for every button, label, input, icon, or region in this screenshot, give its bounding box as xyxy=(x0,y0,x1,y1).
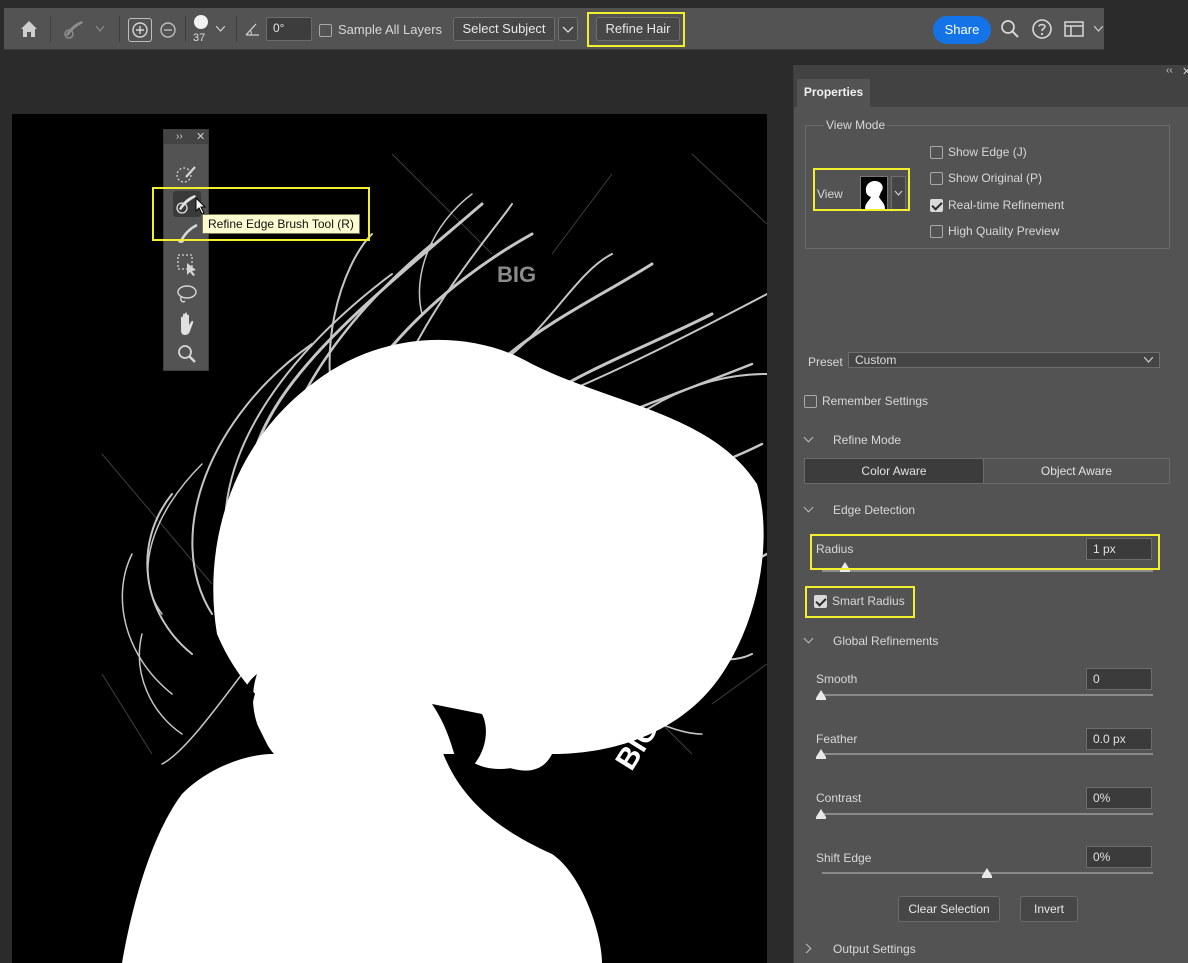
feather-slider-track[interactable] xyxy=(822,753,1153,755)
shift-edge-slider-thumb[interactable] xyxy=(982,868,992,878)
feather-slider-thumb[interactable] xyxy=(816,749,826,759)
preset-select[interactable]: Custom xyxy=(848,352,1160,368)
refine-edge-brush-preset-icon[interactable] xyxy=(62,17,88,41)
realtime-refinement-label[interactable]: Real-time Refinement xyxy=(948,198,1064,212)
share-button[interactable]: Share xyxy=(933,16,991,44)
view-thumbnail[interactable] xyxy=(860,176,888,210)
tool-panel-header[interactable]: ›› ✕ xyxy=(164,130,208,144)
object-selection-tool-icon[interactable] xyxy=(173,251,201,277)
color-aware-button[interactable]: Color Aware xyxy=(804,458,984,484)
zoom-tool-icon[interactable] xyxy=(173,341,201,367)
smart-radius-label[interactable]: Smart Radius xyxy=(832,594,905,608)
options-bar: 37 0° Sample All Layers Select Subject R… xyxy=(4,8,1104,50)
show-edge-checkbox[interactable] xyxy=(930,146,943,159)
radius-slider-thumb[interactable] xyxy=(840,562,851,572)
hand-tool-icon[interactable] xyxy=(173,311,201,337)
expand-detection-area-icon[interactable] xyxy=(128,18,152,42)
tool-tooltip: Refine Edge Brush Tool (R) xyxy=(202,214,360,234)
sample-all-layers-label[interactable]: Sample All Layers xyxy=(338,22,442,37)
properties-tabs: Properties xyxy=(794,79,1188,107)
edge-detection-title[interactable]: Edge Detection xyxy=(833,503,915,517)
radius-label: Radius xyxy=(816,542,854,556)
global-refinements-title[interactable]: Global Refinements xyxy=(833,634,938,648)
lasso-tool-icon[interactable] xyxy=(173,281,201,307)
view-label: View xyxy=(817,187,843,201)
collapse-panel-icon[interactable]: ›› xyxy=(176,131,183,142)
object-aware-button[interactable]: Object Aware xyxy=(983,458,1170,484)
select-subject-button[interactable]: Select Subject xyxy=(453,17,555,41)
contrast-slider-thumb[interactable] xyxy=(816,809,826,819)
remember-settings-label[interactable]: Remember Settings xyxy=(822,394,928,408)
restore-original-edge-icon[interactable] xyxy=(157,19,179,41)
close-panel-icon[interactable]: ✕ xyxy=(196,130,205,143)
brush-size-value[interactable]: 37 xyxy=(193,32,205,44)
document-canvas[interactable]: BIGSTOCK BIG xyxy=(12,114,767,963)
smooth-input[interactable]: 0 xyxy=(1086,668,1152,690)
view-mode-title: View Mode xyxy=(824,118,888,132)
home-icon[interactable] xyxy=(18,18,40,40)
workspace-layout-icon[interactable] xyxy=(1064,20,1084,38)
smooth-slider-track[interactable] xyxy=(822,694,1153,696)
workspace-chevron-down-icon[interactable] xyxy=(1094,26,1103,32)
angle-input[interactable]: 0° xyxy=(266,17,312,41)
smooth-slider-thumb[interactable] xyxy=(816,690,826,700)
select-subject-dropdown-button[interactable] xyxy=(558,17,578,41)
edge-detection-chevron-down-icon[interactable] xyxy=(803,502,814,513)
shift-edge-label: Shift Edge xyxy=(816,851,872,865)
output-settings-chevron-right-icon[interactable] xyxy=(801,943,812,954)
shift-edge-input[interactable]: 0% xyxy=(1086,846,1152,868)
collapse-properties-icon[interactable]: ‹‹ xyxy=(1166,65,1173,76)
help-icon[interactable] xyxy=(1031,18,1053,40)
angle-icon xyxy=(245,22,261,36)
radius-slider-track[interactable] xyxy=(822,570,1153,572)
high-quality-preview-checkbox[interactable] xyxy=(930,225,943,238)
brush-size-chevron-down-icon[interactable] xyxy=(216,26,225,32)
refine-hair-button[interactable]: Refine Hair xyxy=(596,17,680,41)
preset-chevron-down-icon xyxy=(1144,357,1153,363)
watermark-small-text: BIG xyxy=(497,262,536,287)
realtime-refinement-checkbox[interactable] xyxy=(930,199,943,212)
brush-tool-icon[interactable] xyxy=(173,221,201,247)
show-edge-label[interactable]: Show Edge (J) xyxy=(948,145,1027,159)
feather-input[interactable]: 0.0 px xyxy=(1086,728,1152,750)
search-icon[interactable] xyxy=(1000,19,1020,39)
preset-label: Preset xyxy=(808,355,843,369)
app-window: 37 0° Sample All Layers Select Subject R… xyxy=(0,0,1188,963)
properties-panel: ‹‹ ✕ Properties View Mode View Show Edge… xyxy=(793,65,1188,963)
mask-preview-image: BIGSTOCK BIG xyxy=(101,153,767,963)
high-quality-preview-label[interactable]: High Quality Preview xyxy=(948,224,1059,238)
tool-panel: ›› ✕ xyxy=(163,129,209,371)
show-original-label[interactable]: Show Original (P) xyxy=(948,171,1042,185)
output-settings-title[interactable]: Output Settings xyxy=(833,942,916,956)
contrast-label: Contrast xyxy=(816,791,862,805)
contrast-slider-track[interactable] xyxy=(822,813,1153,815)
preset-chevron-down-icon[interactable] xyxy=(96,26,104,32)
clear-selection-button[interactable]: Clear Selection xyxy=(898,896,1000,922)
radius-input[interactable]: 1 px xyxy=(1086,538,1152,560)
show-original-checkbox[interactable] xyxy=(930,172,943,185)
view-dropdown-chevron-down-icon[interactable] xyxy=(891,176,906,210)
quick-selection-tool-icon[interactable] xyxy=(173,161,201,187)
sample-all-layers-checkbox[interactable] xyxy=(319,24,332,37)
feather-label: Feather xyxy=(816,732,858,746)
contrast-input[interactable]: 0% xyxy=(1086,787,1152,809)
brush-tip-icon[interactable] xyxy=(194,15,208,29)
refine-mode-title[interactable]: Refine Mode xyxy=(833,433,901,447)
properties-panel-header[interactable]: ‹‹ ✕ xyxy=(794,65,1188,79)
smart-radius-checkbox[interactable] xyxy=(814,595,827,608)
global-refinements-chevron-down-icon[interactable] xyxy=(803,633,814,644)
tab-properties[interactable]: Properties xyxy=(797,79,870,107)
preset-value: Custom xyxy=(855,353,897,367)
invert-button[interactable]: Invert xyxy=(1020,896,1078,922)
refine-mode-chevron-down-icon[interactable] xyxy=(803,432,814,443)
remember-settings-checkbox[interactable] xyxy=(804,395,817,408)
close-properties-icon[interactable]: ✕ xyxy=(1182,65,1188,78)
smooth-label: Smooth xyxy=(816,672,858,686)
